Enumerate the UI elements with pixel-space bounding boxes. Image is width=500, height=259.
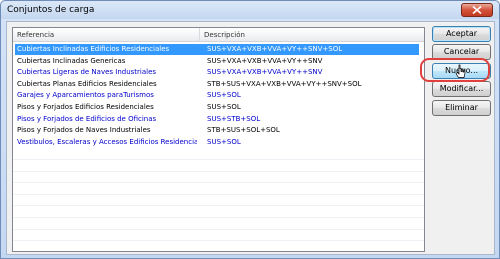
dialog-client-area: Referencia Descripción Cubiertas Inclina… <box>6 21 495 255</box>
table-row[interactable]: Cubiertas Inclinadas Edificios Residenci… <box>15 44 419 55</box>
list-header: Referencia Descripción <box>13 28 424 42</box>
row-referencia: Pisos y Forjados de Naves Industriales <box>17 126 151 135</box>
close-icon <box>472 6 482 14</box>
list-body: Cubiertas Inclinadas Edificios Residenci… <box>13 43 424 251</box>
table-row[interactable]: Pisos y Forjados de Edificios de Oficina… <box>15 114 419 125</box>
table-row[interactable]: Pisos y Forjados Edificios Residenciales… <box>15 102 419 113</box>
eliminar-button[interactable]: Eliminar <box>432 100 491 116</box>
modificar-button[interactable]: Modificar... <box>432 81 491 97</box>
empty-row-line <box>13 205 424 207</box>
row-referencia: Cubiertas Planas Edificios Residenciales <box>17 79 157 88</box>
table-row[interactable]: Cubiertas Inclinadas Genericas SUS+VXA+VX… <box>15 56 419 67</box>
row-referencia: Cubiertas Ligeras de Naves Industriales <box>17 68 157 77</box>
column-header-descripcion[interactable]: Descripción <box>200 28 424 42</box>
close-button[interactable] <box>461 3 493 17</box>
empty-row-line <box>13 193 424 195</box>
row-descripcion: SUS+STB+SOL <box>207 114 261 123</box>
window-title: Conjuntos de carga <box>7 5 95 15</box>
row-descripcion: SUS+VXA+VXB+VVA+VY++SNV <box>207 68 323 77</box>
row-referencia: Garajes y Aparcamientos paraTurismos <box>17 91 154 100</box>
empty-row-line <box>13 170 424 172</box>
aceptar-button[interactable]: Aceptar <box>432 26 491 42</box>
empty-row-line <box>13 217 424 218</box>
dialog-window: Conjuntos de carga Referencia Descripció… <box>0 0 500 259</box>
empty-row-line <box>13 159 424 160</box>
row-descripcion: STB+SUS+SOL+SOL <box>207 126 280 135</box>
row-referencia: Cubiertas Inclinadas Edificios Residenci… <box>17 45 170 53</box>
empty-row-line <box>13 240 424 242</box>
row-descripcion: STB+SUS+VXA+VXB+VVA+VY++SNV+SOL <box>207 79 362 88</box>
row-referencia: Cubiertas Inclinadas Genericas <box>17 56 126 65</box>
title-bar[interactable]: Conjuntos de carga <box>1 1 499 19</box>
table-row[interactable]: Cubiertas Planas Edificios Residenciales… <box>15 79 419 90</box>
empty-row-line <box>13 228 424 230</box>
column-header-referencia[interactable]: Referencia <box>13 28 200 42</box>
row-descripcion: SUS+SOL <box>207 137 241 146</box>
row-descripcion: SUS+SOL <box>207 103 241 111</box>
row-descripcion: SUS+VXA+VXB+VVA+VY++SNV+SOL <box>207 45 343 53</box>
table-row[interactable]: Cubiertas Ligeras de Naves Industriales S… <box>15 67 419 78</box>
table-row[interactable]: Pisos y Forjados de Naves Industriales ST… <box>15 125 419 136</box>
table-row[interactable]: Vestibulos, Escaleras y Accesos Edificio… <box>15 137 419 148</box>
empty-row-line <box>13 182 424 184</box>
row-descripcion: SUS+VXA+VXB+VVA+VY++SNV <box>207 56 323 65</box>
table-row[interactable]: Garajes y Aparcamientos paraTurismos SUS+… <box>15 90 419 101</box>
row-referencia: Pisos y Forjados de Edificios de Oficina… <box>17 114 157 123</box>
row-descripcion: SUS+SOL <box>207 91 241 100</box>
mouse-cursor-icon <box>455 64 466 78</box>
row-referencia: Pisos y Forjados Edificios Residenciales <box>17 103 154 111</box>
row-referencia: Vestibulos, Escaleras y Accesos Edificio… <box>17 137 197 146</box>
load-sets-list[interactable]: Referencia Descripción Cubiertas Inclina… <box>12 27 425 252</box>
